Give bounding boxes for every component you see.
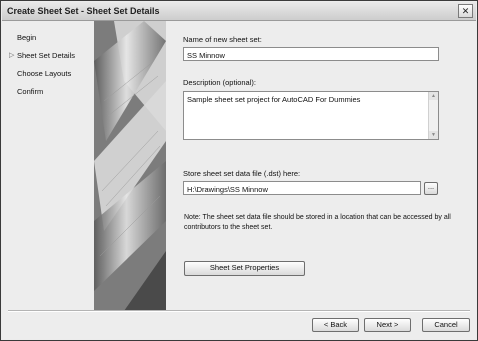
dialog-title: Create Sheet Set - Sheet Set Details — [7, 6, 160, 16]
step-label: Begin — [17, 33, 37, 42]
next-button[interactable]: Next > — [364, 318, 411, 332]
current-step-arrow-icon: ▷ — [9, 52, 15, 59]
title-bar: Create Sheet Set - Sheet Set Details ✕ — [2, 2, 476, 21]
browse-ellipsis-icon: ... — [427, 182, 435, 191]
description-value: Sample sheet set project for AutoCAD For… — [187, 95, 361, 104]
description-textarea[interactable]: Sample sheet set project for AutoCAD For… — [183, 91, 439, 140]
wizard-steps: Begin ▷ Sheet Set Details Choose Layouts… — [2, 21, 94, 311]
step-label: Confirm — [17, 87, 44, 96]
storage-label: Store sheet set data file (.dst) here: — [183, 169, 301, 178]
storage-note: Note: The sheet set data file should be … — [184, 214, 451, 231]
step-label: Choose Layouts — [17, 69, 72, 78]
sheet-set-properties-button[interactable]: Sheet Set Properties — [184, 261, 305, 276]
browse-button[interactable]: ... — [424, 182, 438, 195]
storage-path-value: H:\Drawings\SS Minnow — [187, 185, 268, 194]
step-choose-layouts: Choose Layouts — [17, 69, 71, 79]
close-icon: ✕ — [461, 6, 470, 16]
step-confirm: Confirm — [17, 87, 43, 97]
footer-divider — [8, 310, 470, 312]
step-label: Sheet Set Details — [17, 51, 75, 60]
storage-path-input[interactable]: H:\Drawings\SS Minnow — [183, 181, 421, 195]
sheet-set-name-value: SS Minnow — [187, 51, 225, 60]
sheet-set-name-input[interactable]: SS Minnow — [183, 47, 439, 61]
name-label: Name of new sheet set: — [183, 35, 262, 44]
description-scrollbar[interactable]: ▲ ▼ — [428, 92, 438, 139]
dialog-body: Begin ▷ Sheet Set Details Choose Layouts… — [2, 21, 476, 339]
step-sheet-set-details: ▷ Sheet Set Details — [9, 51, 75, 61]
create-sheet-set-dialog: Create Sheet Set - Sheet Set Details ✕ B… — [0, 0, 478, 341]
cancel-button[interactable]: Cancel — [422, 318, 470, 332]
close-button[interactable]: ✕ — [458, 4, 473, 18]
back-button[interactable]: < Back — [312, 318, 359, 332]
description-label: Description (optional): — [183, 78, 256, 87]
blueprint-rolls-image — [94, 21, 166, 311]
scroll-down-icon[interactable]: ▼ — [429, 131, 438, 139]
blueprint-rolls-illustration — [94, 21, 166, 311]
scroll-up-icon[interactable]: ▲ — [429, 92, 438, 100]
step-begin: Begin — [17, 33, 36, 43]
